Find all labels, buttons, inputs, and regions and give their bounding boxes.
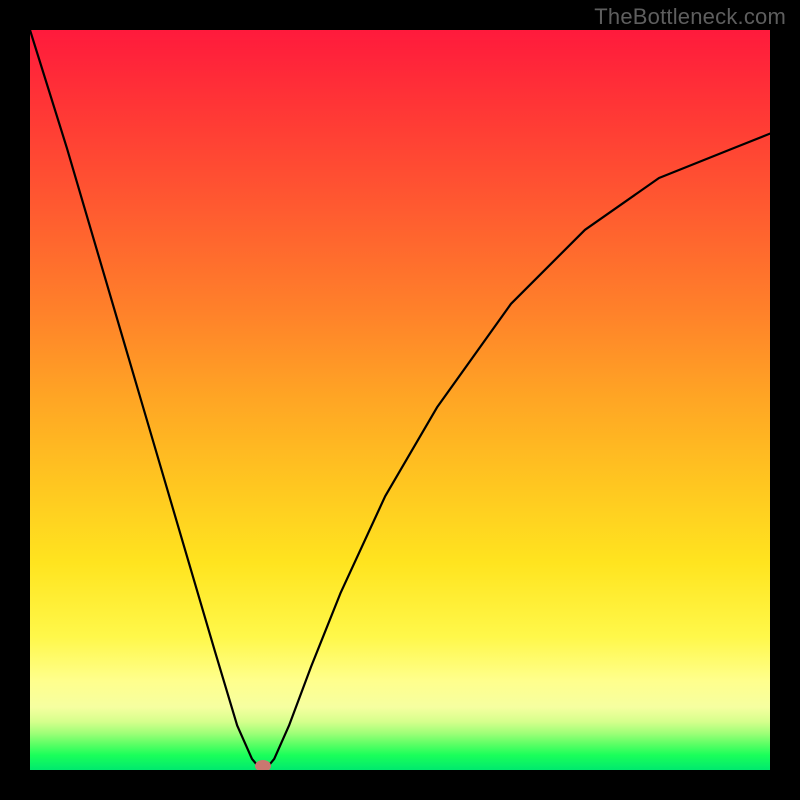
curve-svg <box>30 30 770 770</box>
watermark-text: TheBottleneck.com <box>594 4 786 30</box>
bottleneck-curve <box>30 30 770 770</box>
plot-area <box>30 30 770 770</box>
optimal-point-marker <box>255 760 271 770</box>
chart-stage: TheBottleneck.com <box>0 0 800 800</box>
